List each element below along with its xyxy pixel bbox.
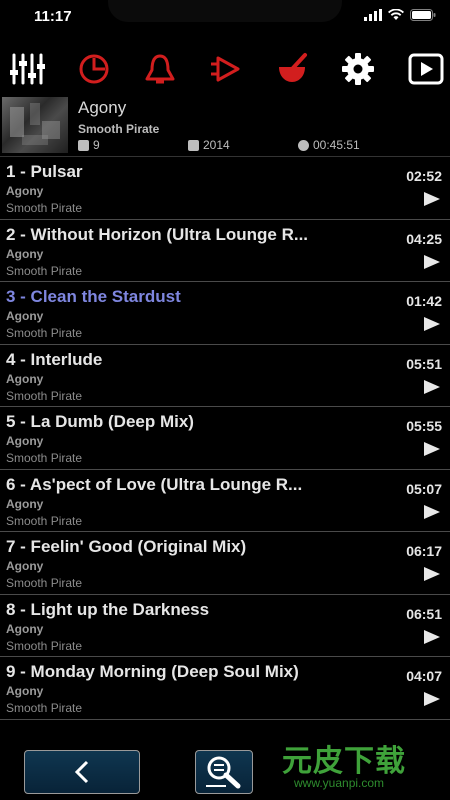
play-icon[interactable] <box>424 254 440 269</box>
track-artist: Smooth Pirate <box>6 388 83 403</box>
track-artist: Smooth Pirate <box>6 201 83 215</box>
track-duration: 01:42 <box>406 293 442 309</box>
track-duration: 06:51 <box>406 605 442 622</box>
play-icon[interactable] <box>424 629 440 644</box>
track-artist: Smooth Pirate <box>6 513 83 528</box>
album-year-value: 2014 <box>203 138 230 152</box>
track-album: Agony <box>6 371 44 386</box>
notch <box>108 0 342 22</box>
watermark: 元皮下载 www.yuanpi.com <box>276 736 446 796</box>
track-album: Agony <box>6 246 44 261</box>
track-row[interactable]: 1 - Pulsar Agony Smooth Pirate 02:52 <box>0 157 450 220</box>
timer-icon <box>79 54 109 84</box>
track-title: 9 - Monday Morning (Deep Soul Mix) <box>6 662 299 681</box>
search-button[interactable] <box>195 750 253 794</box>
track-duration: 05:51 <box>406 355 442 372</box>
track-row[interactable]: 4 - Interlude Agony Smooth Pirate 05:51 <box>0 345 450 407</box>
now-playing-button[interactable] <box>405 48 447 90</box>
toolbar <box>0 44 450 94</box>
album-art <box>2 97 68 153</box>
track-title: 3 - Clean the Stardust <box>6 287 181 306</box>
track-album: Agony <box>6 309 44 323</box>
track-row-active[interactable]: 3 - Clean the Stardust Agony Smooth Pira… <box>0 282 450 345</box>
track-album: Agony <box>6 184 44 198</box>
track-count: 9 <box>78 138 100 152</box>
track-duration: 02:52 <box>406 168 442 184</box>
play-icon[interactable] <box>424 567 440 581</box>
album-artist: Smooth Pirate <box>78 122 160 136</box>
play-box-icon <box>408 53 444 85</box>
track-album: Agony <box>6 434 44 448</box>
album-duration-value: 00:45:51 <box>313 138 360 152</box>
track-row[interactable]: 7 - Feelin' Good (Original Mix) Agony Sm… <box>0 532 450 595</box>
status-bar: 11:17 <box>0 0 450 44</box>
track-artist: Smooth Pirate <box>6 701 83 715</box>
track-title: 7 - Feelin' Good (Original Mix) <box>6 537 247 556</box>
track-album: Agony <box>6 621 44 636</box>
play-icon[interactable] <box>424 692 440 706</box>
album-year: 2014 <box>188 138 230 152</box>
lightning-icon <box>78 139 89 151</box>
chevron-left-icon <box>74 760 89 784</box>
play-icon[interactable] <box>424 192 440 206</box>
equalizer-icon <box>10 53 45 85</box>
clock-icon <box>298 139 309 151</box>
status-time: 11:17 <box>34 8 72 25</box>
track-row[interactable]: 2 - Without Horizon (Ultra Lounge R... A… <box>0 220 450 282</box>
play-icon[interactable] <box>424 379 440 394</box>
track-title: 6 - As'pect of Love (Ultra Lounge R... <box>6 474 303 494</box>
track-artist: Smooth Pirate <box>6 451 83 465</box>
track-row[interactable]: 5 - La Dumb (Deep Mix) Agony Smooth Pira… <box>0 407 450 470</box>
play-icon[interactable] <box>424 442 440 456</box>
track-duration: 04:25 <box>406 230 442 247</box>
gear-icon <box>342 53 374 85</box>
track-duration: 05:55 <box>406 418 442 434</box>
track-album: Agony <box>6 496 44 511</box>
track-title: 8 - Light up the Darkness <box>6 599 210 619</box>
track-list: 1 - Pulsar Agony Smooth Pirate 02:52 2 -… <box>0 157 450 720</box>
track-artist: Smooth Pirate <box>6 576 83 590</box>
equalizer-button[interactable] <box>6 48 48 90</box>
mortar-icon <box>279 53 307 82</box>
play-icon[interactable] <box>424 317 440 331</box>
status-icons <box>364 8 436 26</box>
effects-button[interactable] <box>271 48 313 90</box>
signal-icon <box>364 8 382 26</box>
battery-icon <box>410 8 436 26</box>
wifi-icon <box>388 8 404 26</box>
album-title: Agony <box>78 98 127 117</box>
track-row[interactable]: 6 - As'pect of Love (Ultra Lounge R... A… <box>0 470 450 532</box>
search-list-icon <box>206 756 241 789</box>
alarm-button[interactable] <box>139 48 181 90</box>
track-row[interactable]: 9 - Monday Morning (Deep Soul Mix) Agony… <box>0 657 450 720</box>
track-artist: Smooth Pirate <box>6 326 83 340</box>
album-header: Agony Smooth Pirate 9 2014 00:45:51 <box>0 96 450 157</box>
track-title: 2 - Without Horizon (Ultra Lounge R... <box>6 224 309 244</box>
track-duration: 04:07 <box>406 668 442 684</box>
watermark-url: www.yuanpi.com <box>294 776 385 790</box>
play-icon[interactable] <box>424 504 440 519</box>
track-album: Agony <box>6 684 44 698</box>
track-title: 5 - La Dumb (Deep Mix) <box>6 412 194 431</box>
album-duration: 00:45:51 <box>298 138 360 152</box>
settings-button[interactable] <box>337 48 379 90</box>
watermark-text: 元皮下载 <box>282 745 406 778</box>
amplifier-button[interactable] <box>205 48 247 90</box>
calendar-icon <box>188 139 199 151</box>
track-title: 1 - Pulsar <box>6 162 83 181</box>
track-row[interactable]: 8 - Light up the Darkness Agony Smooth P… <box>0 595 450 657</box>
track-duration: 05:07 <box>406 480 442 497</box>
track-count-value: 9 <box>93 138 100 152</box>
back-button[interactable] <box>24 750 140 794</box>
amplifier-icon <box>211 56 240 82</box>
track-album: Agony <box>6 559 44 573</box>
track-title: 4 - Interlude <box>6 349 103 369</box>
track-duration: 06:17 <box>406 543 442 559</box>
track-artist: Smooth Pirate <box>6 263 83 278</box>
sleep-timer-button[interactable] <box>73 48 115 90</box>
bell-icon <box>145 54 175 84</box>
track-artist: Smooth Pirate <box>6 638 83 653</box>
